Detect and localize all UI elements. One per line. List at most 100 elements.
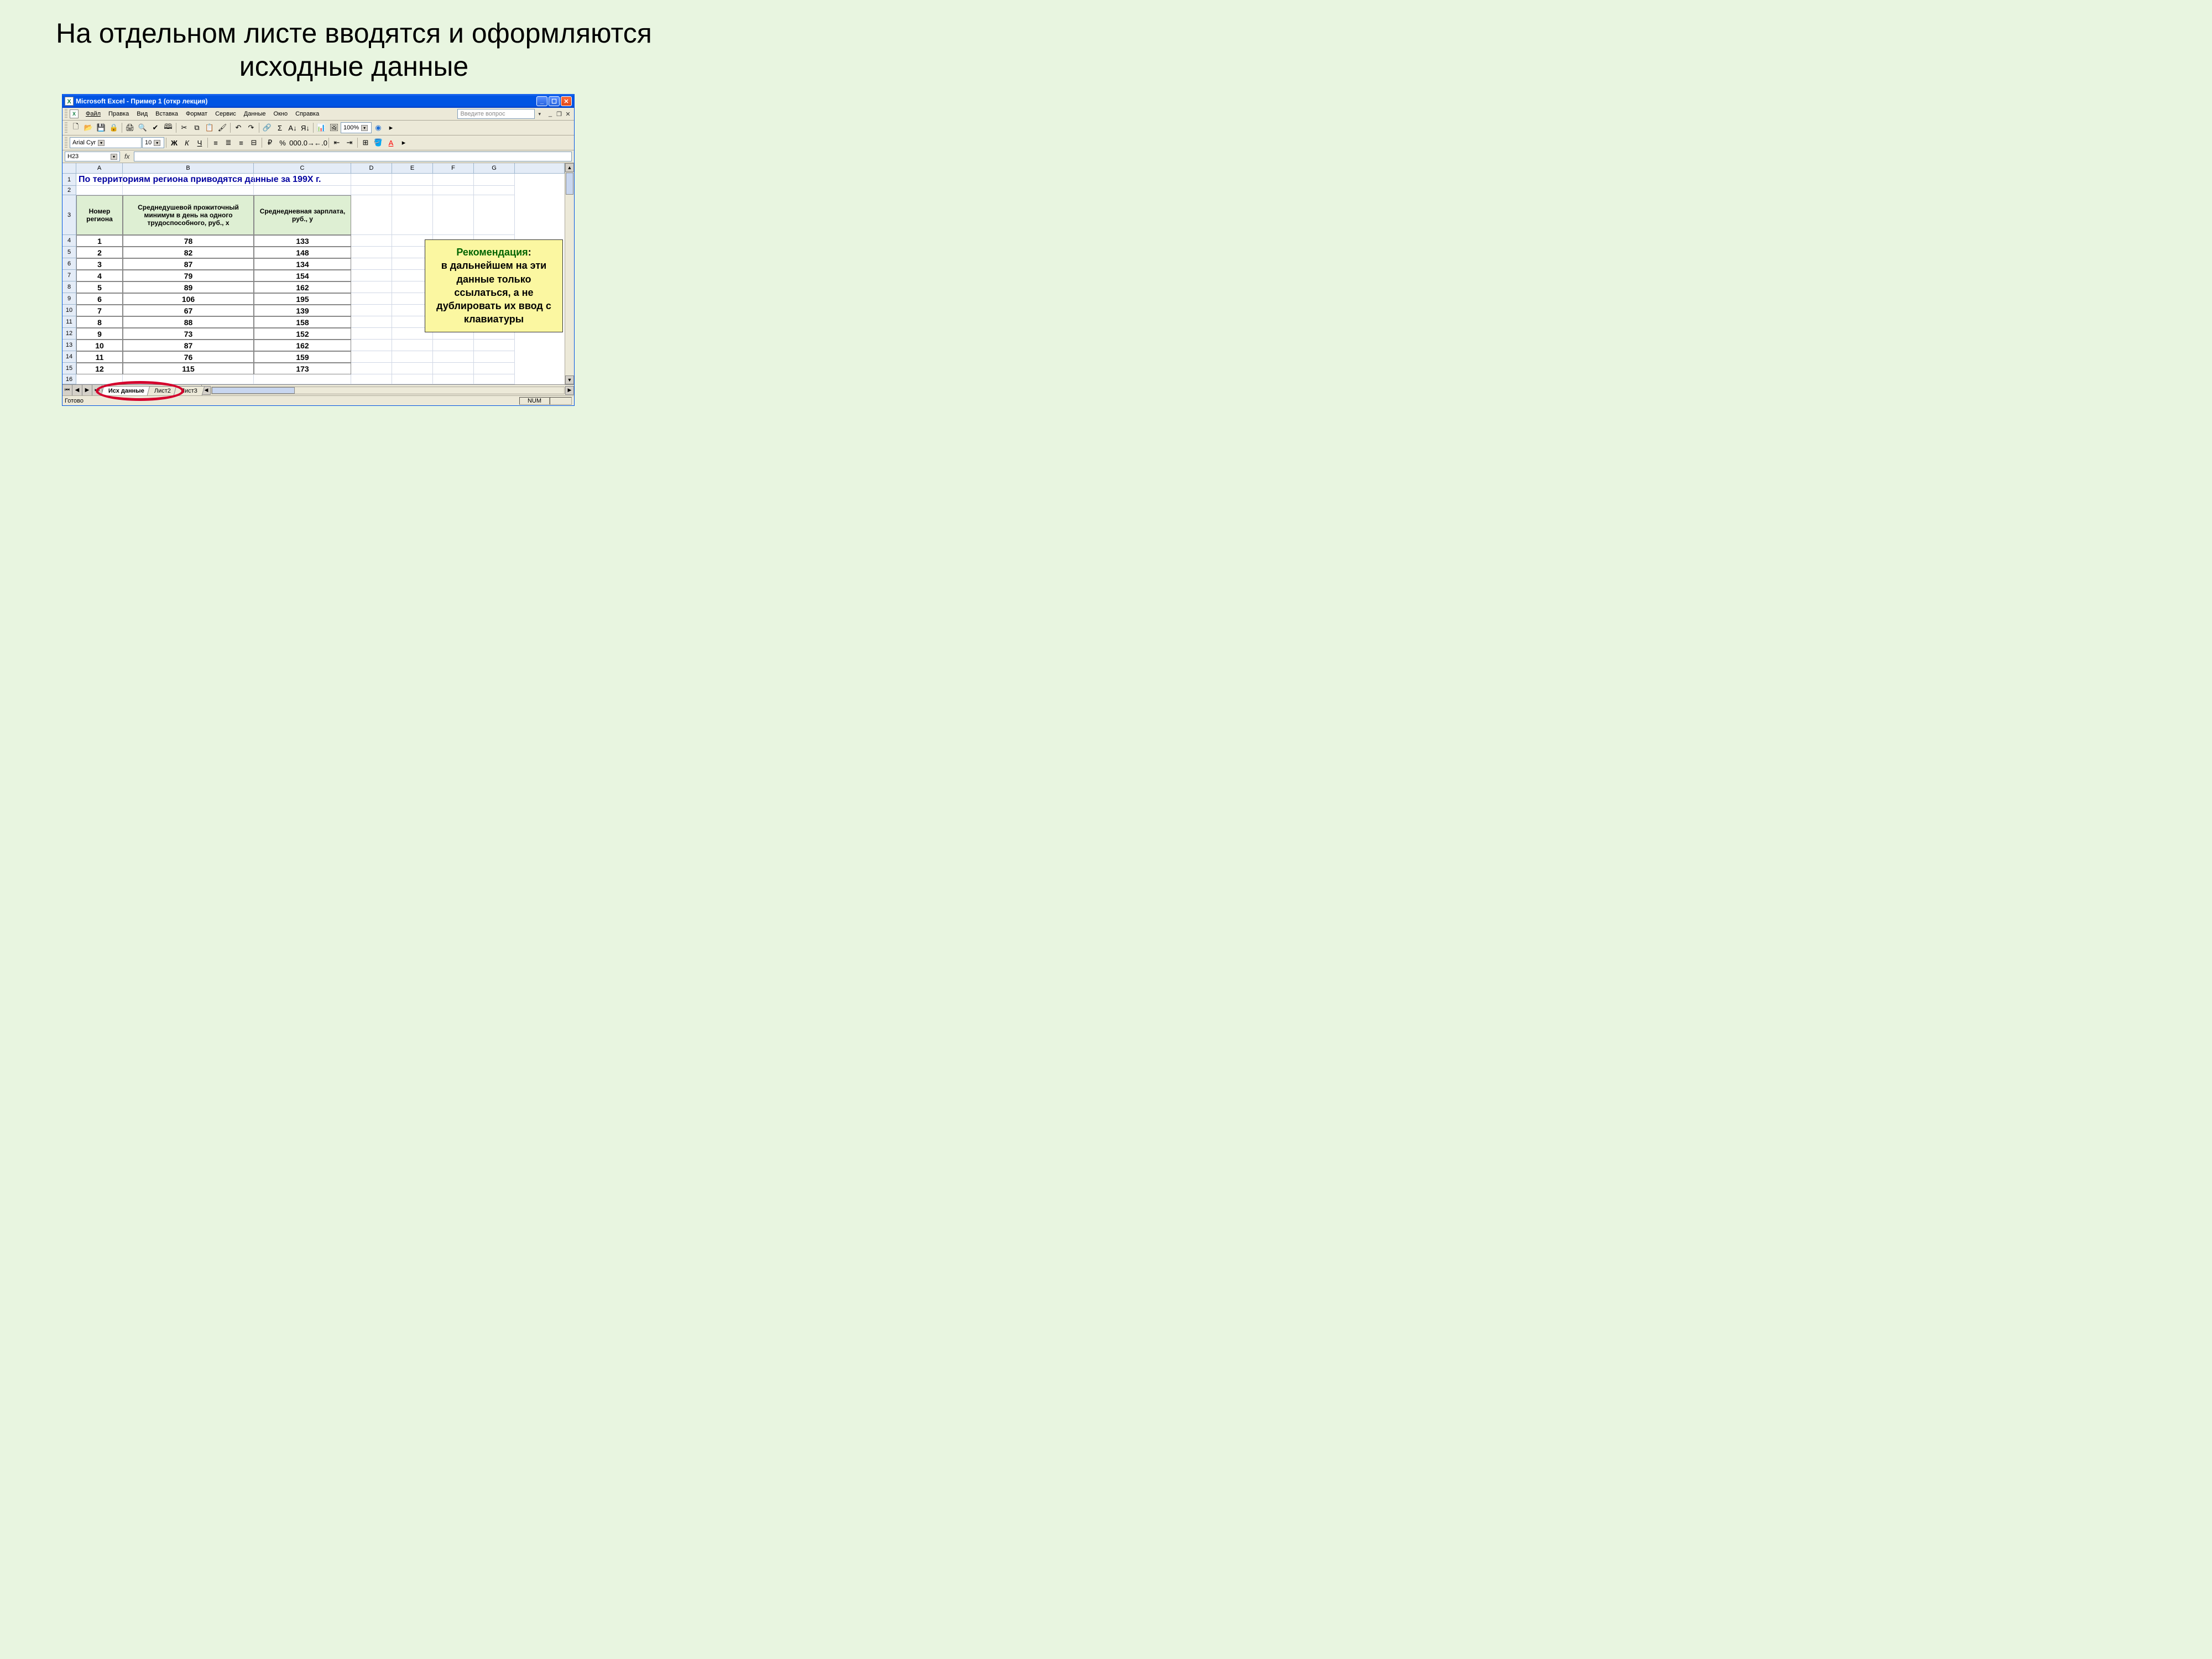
cell[interactable]: 6 <box>76 293 123 305</box>
row-header[interactable]: 9 <box>62 293 76 305</box>
toolbar-grip[interactable] <box>65 137 67 148</box>
cell[interactable]: 158 <box>254 316 351 328</box>
row-header[interactable]: 8 <box>62 281 76 293</box>
row-header[interactable]: 6 <box>62 258 76 270</box>
decrease-indent-icon[interactable]: ⇤ <box>331 137 343 149</box>
save-icon[interactable]: 💾 <box>95 122 107 134</box>
cell[interactable]: 76 <box>123 351 254 363</box>
cell[interactable]: 67 <box>123 305 254 316</box>
cell[interactable]: 195 <box>254 293 351 305</box>
doc-minimize-button[interactable]: _ <box>546 111 554 118</box>
vertical-scrollbar[interactable]: ▲ ▼ <box>565 163 574 384</box>
align-left-icon[interactable]: ≡ <box>210 137 222 149</box>
borders-icon[interactable]: ⊞ <box>359 137 372 149</box>
menu-data[interactable]: Данные <box>240 109 270 118</box>
cell[interactable]: 3 <box>76 258 123 270</box>
new-icon[interactable]: 🗋 <box>70 122 82 134</box>
cell[interactable] <box>123 186 254 195</box>
redo-icon[interactable]: ↷ <box>245 122 257 134</box>
print-preview-icon[interactable]: 🔍 <box>137 122 149 134</box>
increase-decimal-icon[interactable]: .0→ <box>302 137 314 149</box>
formula-input[interactable] <box>134 152 572 161</box>
cell[interactable] <box>351 174 392 186</box>
cell[interactable] <box>474 195 515 235</box>
column-header[interactable]: G <box>474 163 515 173</box>
menu-file[interactable]: Файл <box>82 109 105 118</box>
cell[interactable]: 162 <box>254 340 351 351</box>
zoom-combo[interactable]: 100%▾ <box>341 122 372 133</box>
cell[interactable]: 162 <box>254 281 351 293</box>
row-header[interactable]: 5 <box>62 247 76 258</box>
cell[interactable] <box>433 340 474 351</box>
column-header[interactable]: C <box>254 163 351 173</box>
cell[interactable] <box>433 363 474 374</box>
font-color-icon[interactable]: A <box>385 137 397 149</box>
menu-window[interactable]: Окно <box>270 109 292 118</box>
cell[interactable]: По территориям региона приводятся данные… <box>76 174 123 186</box>
cell[interactable] <box>474 374 515 384</box>
cell[interactable] <box>254 174 351 186</box>
cell[interactable] <box>76 374 123 384</box>
percent-icon[interactable]: % <box>276 137 289 149</box>
paste-icon[interactable]: 📋 <box>204 122 216 134</box>
cell[interactable]: 2 <box>76 247 123 258</box>
cell[interactable] <box>351 293 392 305</box>
hyperlink-icon[interactable]: 🔗 <box>261 122 273 134</box>
scroll-right-icon[interactable]: ▶ <box>565 386 574 395</box>
chevron-down-icon[interactable]: ▾ <box>361 125 368 131</box>
cell[interactable] <box>392 374 433 384</box>
row-header[interactable]: 10 <box>62 305 76 316</box>
row-header[interactable]: 1 <box>62 174 76 186</box>
font-name-combo[interactable]: Arial Cyr▾ <box>70 137 142 148</box>
cell[interactable]: 1 <box>76 235 123 247</box>
window-maximize-button[interactable]: ☐ <box>549 96 560 106</box>
cell[interactable] <box>351 195 392 235</box>
drawing-icon[interactable]: 🖼 <box>328 122 340 134</box>
font-size-combo[interactable]: 10▾ <box>142 137 164 148</box>
cell[interactable]: 139 <box>254 305 351 316</box>
increase-indent-icon[interactable]: ⇥ <box>343 137 356 149</box>
cell[interactable] <box>351 247 392 258</box>
cell[interactable] <box>392 174 433 186</box>
tab-nav-prev-icon[interactable]: ◀ <box>72 385 82 395</box>
cell[interactable]: 78 <box>123 235 254 247</box>
spellcheck-icon[interactable]: ✔ <box>149 122 161 134</box>
cell[interactable]: 8 <box>76 316 123 328</box>
format-painter-icon[interactable]: 🖌 <box>216 122 228 134</box>
sort-asc-icon[interactable]: A↓ <box>286 122 299 134</box>
toolbar-grip[interactable] <box>65 122 67 133</box>
tab-nav-first-icon[interactable]: ⏮ <box>62 385 72 395</box>
cell[interactable] <box>474 363 515 374</box>
row-header[interactable]: 12 <box>62 328 76 340</box>
tab-nav-next-icon[interactable]: ▶ <box>82 385 92 395</box>
cell[interactable]: 152 <box>254 328 351 340</box>
toolbar-options-icon[interactable]: ▸ <box>398 137 410 149</box>
cell[interactable] <box>433 351 474 363</box>
select-all-corner[interactable] <box>62 163 76 173</box>
cell[interactable]: 10 <box>76 340 123 351</box>
cell[interactable] <box>351 363 392 374</box>
cell[interactable]: 82 <box>123 247 254 258</box>
cut-icon[interactable]: ✂ <box>178 122 190 134</box>
cell[interactable] <box>474 340 515 351</box>
window-minimize-button[interactable]: _ <box>536 96 547 106</box>
cell[interactable]: 133 <box>254 235 351 247</box>
cell[interactable] <box>351 258 392 270</box>
row-header[interactable]: 16 <box>62 374 76 384</box>
print-icon[interactable]: 🖨 <box>124 122 136 134</box>
row-header[interactable]: 4 <box>62 235 76 247</box>
cell[interactable] <box>392 363 433 374</box>
doc-restore-button[interactable]: ❐ <box>555 111 563 118</box>
workbook-icon[interactable]: X <box>70 109 79 118</box>
name-box[interactable]: H23 ▾ <box>65 152 120 161</box>
cell[interactable]: Номер региона <box>76 195 123 235</box>
cell[interactable]: 9 <box>76 328 123 340</box>
cell[interactable] <box>351 374 392 384</box>
cell[interactable] <box>392 351 433 363</box>
sheet-tab-active[interactable]: Исх данные <box>101 386 152 395</box>
cell[interactable] <box>474 351 515 363</box>
sort-desc-icon[interactable]: Я↓ <box>299 122 311 134</box>
help-dropdown-icon[interactable]: ▾ <box>538 111 541 117</box>
research-icon[interactable]: 🕮 <box>162 122 174 134</box>
comma-icon[interactable]: 000 <box>289 137 301 149</box>
